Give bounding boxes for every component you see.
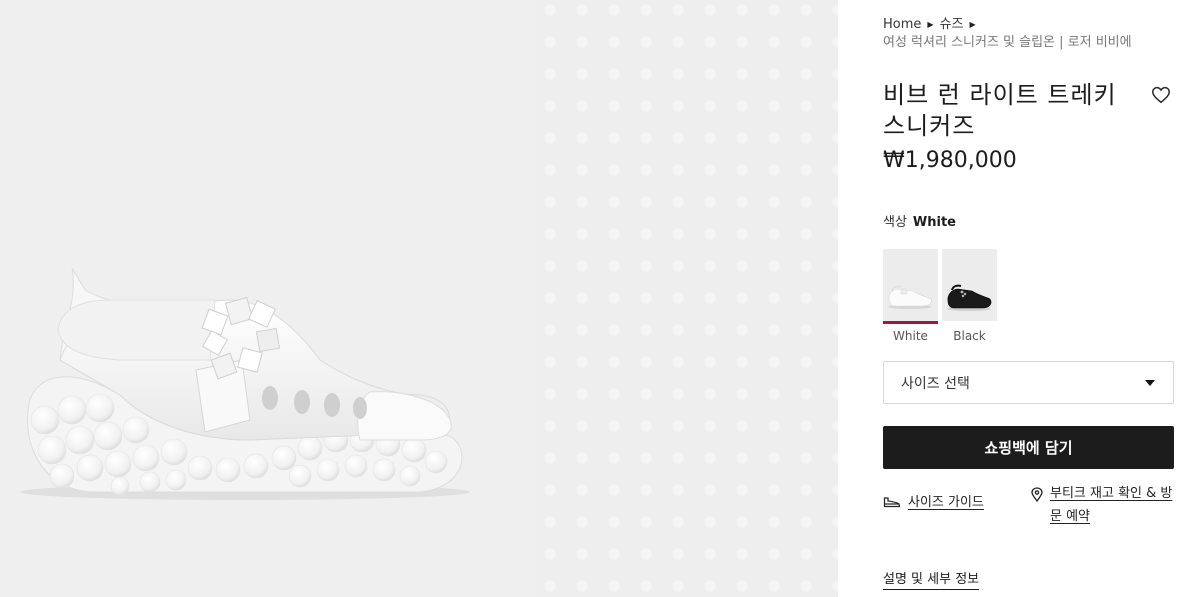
swatch-white-label: White <box>893 329 928 343</box>
boutique-stock-link[interactable]: 부티크 재고 확인 & 방문 예약 <box>1031 482 1181 528</box>
swatch-black-label: Black <box>953 329 986 343</box>
product-image-gallery[interactable] <box>0 0 838 597</box>
boutique-stock-label: 부티크 재고 확인 & 방문 예약 <box>1050 486 1173 524</box>
swatch-black[interactable]: Black <box>942 249 997 343</box>
location-pin-icon <box>1031 487 1043 502</box>
breadcrumb-separator-icon: ▶ <box>927 20 934 29</box>
swatch-white-image <box>883 249 938 321</box>
add-to-bag-button[interactable]: 쇼핑백에 담기 <box>883 426 1174 469</box>
product-price: ₩1,980,000 <box>883 148 1017 173</box>
shoe-icon <box>883 497 901 508</box>
size-select-dropdown[interactable]: 사이즈 선택 <box>883 361 1174 404</box>
size-guide-label: 사이즈 가이드 <box>908 495 984 510</box>
product-title: 비브 런 라이트 트레키 스니커즈 <box>883 81 1117 140</box>
description-details-tab[interactable]: 설명 및 세부 정보 <box>883 568 980 590</box>
breadcrumb-subcategory-link[interactable]: 여성 럭셔리 스니커즈 및 슬립온 | 로저 비비에 <box>883 34 1132 52</box>
breadcrumb-separator-icon: ▶ <box>969 20 976 29</box>
selected-color-name: White <box>912 215 957 230</box>
size-guide-link[interactable]: 사이즈 가이드 <box>883 491 984 514</box>
product-image <box>20 267 470 500</box>
size-select-placeholder: 사이즈 선택 <box>901 375 970 392</box>
swatch-black-image <box>942 249 997 321</box>
color-label: 색상 White <box>883 211 956 230</box>
product-info-panel: Home ▶ 슈즈 ▶ 여성 럭셔리 스니커즈 및 슬립온 | 로저 비비에 비… <box>838 0 1200 597</box>
breadcrumb-home-link[interactable]: Home <box>883 16 921 34</box>
swatch-active-indicator <box>883 321 938 324</box>
color-swatches: White Black <box>883 249 997 343</box>
breadcrumb: Home ▶ 슈즈 ▶ 여성 럭셔리 스니커즈 및 슬립온 | 로저 비비에 <box>883 16 1132 52</box>
color-label-text: 색상 <box>883 215 907 230</box>
breadcrumb-category-link[interactable]: 슈즈 <box>940 16 964 34</box>
swatch-white[interactable]: White <box>883 249 938 343</box>
swatch-indicator <box>942 321 997 324</box>
caret-down-icon <box>1145 379 1155 386</box>
heart-outline-icon[interactable] <box>1150 84 1172 106</box>
